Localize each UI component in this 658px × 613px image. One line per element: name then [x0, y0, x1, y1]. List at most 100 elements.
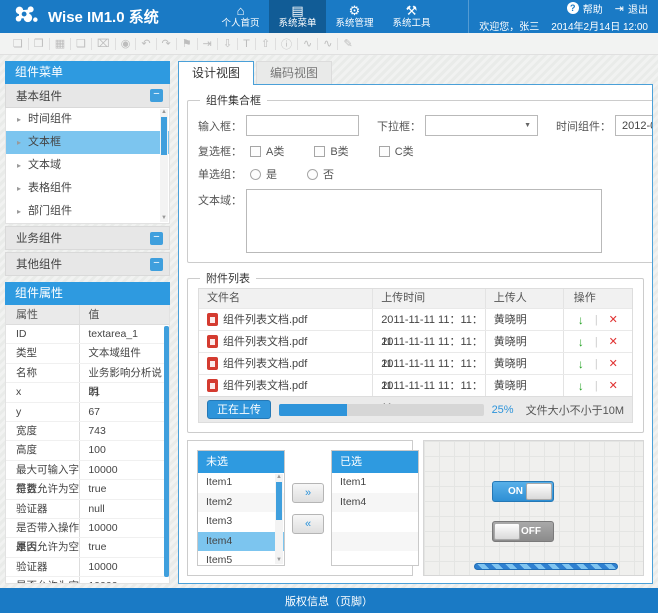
preview-icon[interactable]: ◉: [116, 37, 136, 50]
datetime-text: 2014年2月14日 12:00: [551, 18, 648, 33]
radio-icon[interactable]: [307, 169, 318, 180]
curve-alt-icon[interactable]: ∿: [318, 37, 337, 50]
sidebar-item-文本域[interactable]: ▸文本域: [6, 154, 169, 177]
property-row[interactable]: 是否允许为空10000: [6, 577, 169, 584]
unselected-list-scrollbar[interactable]: ▲▼: [275, 474, 283, 564]
tab-code-view[interactable]: 编码视图: [256, 61, 332, 84]
scroll-down-icon[interactable]: ▼: [275, 557, 283, 564]
pencil-icon[interactable]: ✎: [338, 37, 357, 50]
nav-system-admin[interactable]: ⚙系统管理: [326, 0, 383, 33]
toggle-off-switch[interactable]: OFF: [492, 521, 554, 542]
scroll-thumb[interactable]: [276, 482, 282, 520]
nav-system-menu[interactable]: ▤系统菜单: [269, 0, 326, 33]
flag-icon[interactable]: ⚑: [177, 37, 197, 50]
uploading-button[interactable]: 正在上传: [207, 400, 271, 419]
property-row[interactable]: 高度100: [6, 441, 169, 460]
toggle-knob[interactable]: [526, 483, 552, 500]
property-row[interactable]: 是否带入操作原因10000: [6, 519, 169, 538]
text-input[interactable]: [246, 115, 359, 136]
indent-icon[interactable]: ⇥: [198, 37, 217, 50]
selected-item-Item1[interactable]: Item1: [332, 473, 418, 493]
striped-progress-bar: [474, 563, 618, 570]
textarea-field[interactable]: [246, 189, 602, 253]
dropdown-select[interactable]: ▼: [425, 115, 538, 136]
checkbox-option-A类[interactable]: A类: [242, 146, 284, 158]
property-row[interactable]: 是否允许为空true: [6, 538, 169, 557]
property-row[interactable]: 是否允许为空true: [6, 480, 169, 499]
radio-option-是[interactable]: 是: [242, 169, 277, 181]
collapse-icon[interactable]: −: [150, 258, 163, 271]
collapse-icon[interactable]: −: [150, 232, 163, 245]
delete-icon[interactable]: ✕: [609, 353, 618, 375]
redo-icon[interactable]: ↷: [157, 37, 176, 50]
undo-icon[interactable]: ↶: [136, 37, 155, 50]
delete-icon[interactable]: ⌧: [92, 37, 115, 50]
new-file-icon[interactable]: ❏: [8, 37, 28, 50]
save-icon[interactable]: ▦: [50, 37, 70, 50]
property-row[interactable]: 名称业务影响分析说明: [6, 364, 169, 383]
logout-button[interactable]: ⇥ 退出: [615, 1, 648, 16]
toggle-off-label: OFF: [521, 522, 541, 541]
selected-item-Item4[interactable]: Item4: [332, 493, 418, 513]
unselected-item-Item1[interactable]: Item1: [198, 473, 284, 493]
property-row[interactable]: 验证器null: [6, 500, 169, 519]
file-info-icon[interactable]: ⓘ: [276, 36, 297, 52]
accordion-business-components[interactable]: 业务组件 −: [5, 226, 170, 250]
col-upload-time: 上传时间: [372, 289, 485, 308]
property-row[interactable]: x21: [6, 383, 169, 402]
edit-save-icon[interactable]: ❑: [71, 37, 91, 50]
open-folder-icon[interactable]: ❒: [29, 37, 49, 50]
curve-icon[interactable]: ∿: [298, 37, 317, 50]
radio-icon[interactable]: [250, 169, 261, 180]
scroll-up-icon[interactable]: ▲: [275, 474, 283, 481]
download-icon[interactable]: ↓: [578, 309, 584, 331]
delete-icon[interactable]: ✕: [609, 309, 618, 331]
property-row[interactable]: y67: [6, 403, 169, 422]
delete-icon[interactable]: ✕: [609, 375, 618, 397]
scroll-up-icon[interactable]: ▲: [160, 109, 168, 116]
unselected-item-Item2[interactable]: Item2: [198, 493, 284, 513]
property-row[interactable]: 最大可输入字符数10000: [6, 461, 169, 480]
accordion-basic-components[interactable]: 基本组件 −: [5, 84, 170, 108]
scroll-thumb[interactable]: [161, 117, 167, 155]
checkbox-icon[interactable]: [314, 146, 325, 157]
property-row[interactable]: 宽度743: [6, 422, 169, 441]
sidebar-item-文本框[interactable]: ▸文本框: [6, 131, 169, 154]
sidebar-item-部门组件[interactable]: ▸部门组件: [6, 200, 169, 223]
checkbox-icon[interactable]: [250, 146, 261, 157]
nav-personal-home[interactable]: ⌂个人首页: [212, 0, 269, 33]
checkbox-option-B类[interactable]: B类: [306, 146, 348, 158]
property-row[interactable]: 类型文本域组件: [6, 344, 169, 363]
property-name: x: [6, 383, 79, 401]
date-input[interactable]: 2012-07-01: [615, 115, 653, 136]
unselected-item-Item4[interactable]: Item4: [198, 532, 284, 552]
scroll-down-icon[interactable]: ▼: [160, 215, 168, 222]
property-row[interactable]: 验证器10000: [6, 558, 169, 577]
help-button[interactable]: ? 帮助: [567, 1, 603, 16]
toggle-on-switch[interactable]: ON: [492, 481, 554, 502]
sidebar-item-表格组件[interactable]: ▸表格组件: [6, 177, 169, 200]
menu-list-scrollbar[interactable]: ▲▼: [160, 109, 168, 222]
props-scrollbar[interactable]: [164, 326, 169, 577]
unselected-item-Item3[interactable]: Item3: [198, 512, 284, 532]
move-left-button[interactable]: «: [292, 514, 324, 534]
move-right-button[interactable]: »: [292, 483, 324, 503]
download-icon[interactable]: ↓: [578, 331, 584, 353]
collapse-icon[interactable]: −: [150, 89, 163, 102]
checkbox-icon[interactable]: [379, 146, 390, 157]
text-icon[interactable]: T: [238, 38, 255, 50]
property-row[interactable]: IDtextarea_1: [6, 325, 169, 344]
tab-design-view[interactable]: 设计视图: [178, 61, 254, 85]
radio-option-否[interactable]: 否: [299, 169, 334, 181]
align-bottom-icon[interactable]: ⇩: [218, 37, 237, 50]
sidebar-item-时间组件[interactable]: ▸时间组件: [6, 108, 169, 131]
export-file-icon[interactable]: ⇧: [256, 37, 275, 50]
delete-icon[interactable]: ✕: [609, 331, 618, 353]
accordion-other-components[interactable]: 其他组件 −: [5, 252, 170, 276]
download-icon[interactable]: ↓: [578, 353, 584, 375]
unselected-item-Item5[interactable]: Item5: [198, 551, 284, 565]
checkbox-option-C类[interactable]: C类: [371, 146, 414, 158]
download-icon[interactable]: ↓: [578, 375, 584, 397]
nav-system-tools[interactable]: ⚒系统工具: [383, 0, 440, 33]
toggle-knob[interactable]: [494, 523, 520, 540]
